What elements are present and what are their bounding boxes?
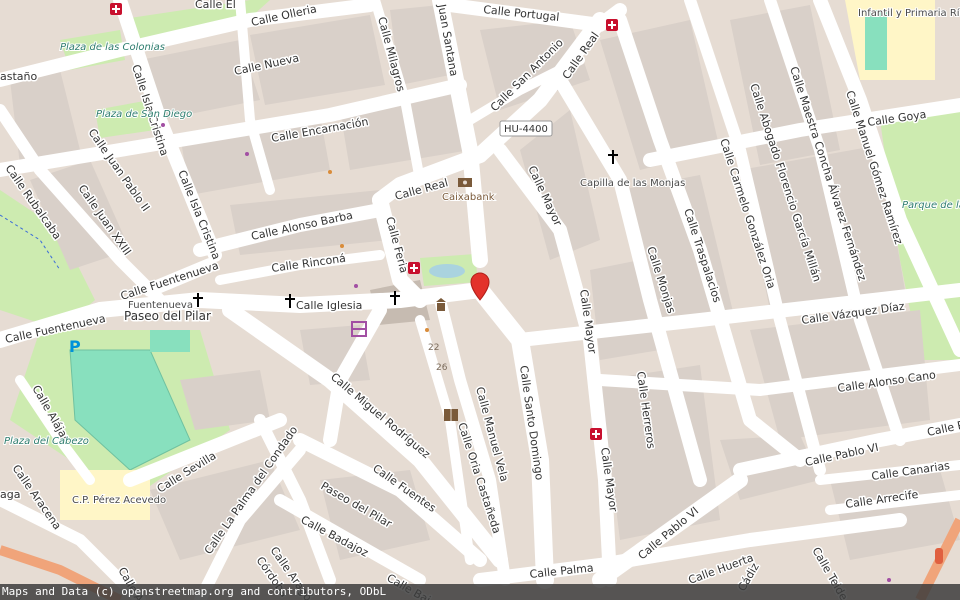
poi-label-school-infantil: Infantil y Primaria Río Piedras: [858, 7, 960, 19]
place-label-plaza-colonias: Plaza de las Colonias: [60, 42, 165, 53]
fountain-icon[interactable]: [429, 264, 465, 278]
traffic-light-icon[interactable]: [935, 548, 943, 564]
pharmacy-cross-icon[interactable]: [110, 3, 122, 15]
pharmacy-cross-icon[interactable]: [606, 19, 618, 31]
bank-icon[interactable]: [458, 178, 472, 187]
map-view[interactable]: Calle El Calle Olleria Calle Nueva Calle…: [0, 0, 960, 600]
sports-pitch-small: [150, 330, 190, 352]
street-label: aga: [0, 488, 20, 501]
place-label-plaza-cabezo: Plaza del Cabezo: [4, 436, 89, 447]
street-label: Calle El: [195, 0, 236, 11]
house-number: 26: [436, 363, 448, 373]
place-label-paseo-pilar: Paseo del Pilar: [124, 309, 211, 323]
poi-label-caixabank: Caixabank: [442, 192, 495, 203]
road-shield-label: HU-4400: [504, 124, 548, 135]
place-label-fuentenueva: Fuentenueva: [128, 300, 193, 311]
poi-dot: [328, 170, 332, 174]
poi-dot: [887, 578, 891, 582]
map-canvas[interactable]: Calle El Calle Olleria Calle Nueva Calle…: [0, 0, 960, 600]
place-label-plaza-san-diego: Plaza de San Diego: [96, 109, 192, 120]
parking-icon[interactable]: P: [69, 337, 81, 356]
school-pitch: [865, 10, 887, 70]
poi-label-cp-perez: C.P. Pérez Acevedo: [72, 494, 166, 506]
poi-dot: [161, 123, 165, 127]
poi-dot: [340, 244, 344, 248]
place-label-parque-gaga: Parque de la Gaga: [902, 200, 960, 211]
svg-text:P: P: [69, 337, 81, 356]
poi-dot: [425, 328, 429, 332]
street-label: astaño: [0, 70, 37, 83]
poi-dot: [245, 152, 249, 156]
map-attribution: Maps and Data (c) openstreetmap.org and …: [0, 584, 960, 600]
pharmacy-cross-icon[interactable]: [408, 262, 420, 274]
street-label: Calle Iglesia: [296, 299, 362, 312]
poi-dot: [354, 284, 358, 288]
place-label-text: Plaza de las Colonias: [60, 42, 165, 53]
road-shield: HU-4400: [499, 120, 553, 137]
pharmacy-cross-icon[interactable]: [590, 428, 602, 440]
library-book-icon[interactable]: [444, 409, 458, 421]
house-number: 22: [428, 343, 439, 353]
poi-label-capilla: Capilla de las Monjas: [580, 178, 685, 189]
